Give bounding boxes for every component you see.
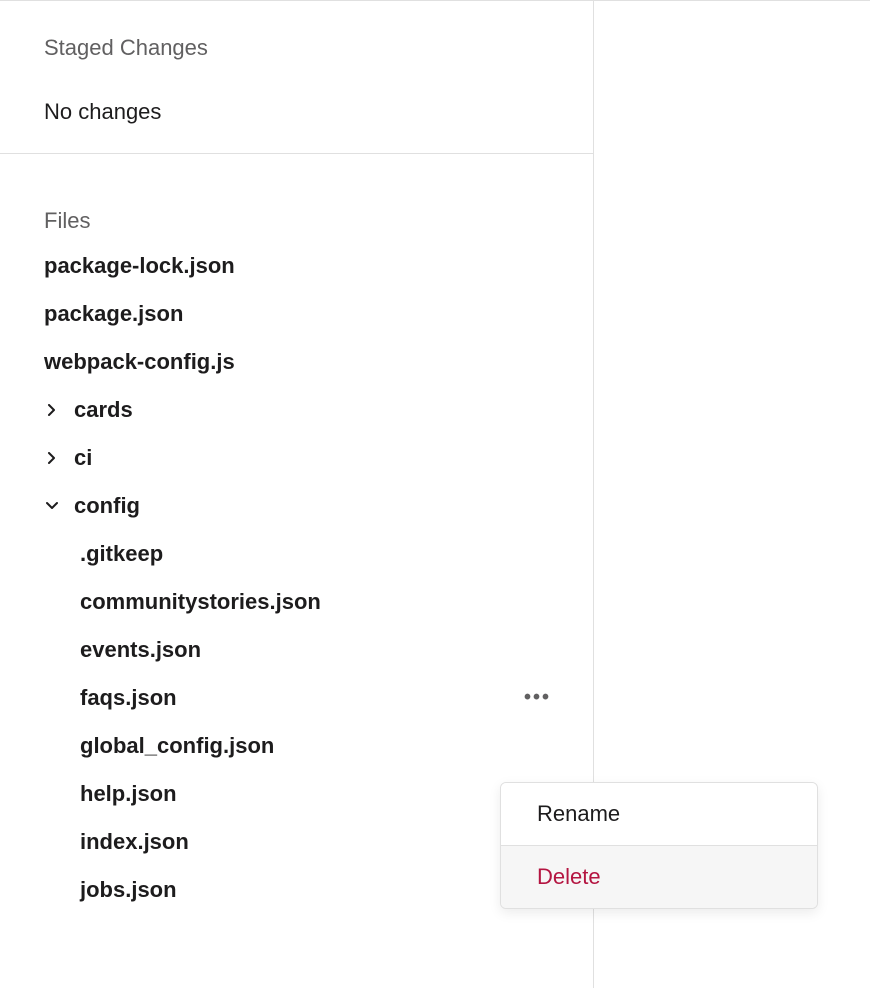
file-item-package-json[interactable]: package.json [44,290,549,338]
folder-label: ci [74,445,92,471]
file-item-gitkeep[interactable]: .gitkeep [44,530,549,578]
file-item-index[interactable]: index.json [44,818,549,866]
file-label: webpack-config.js [44,349,235,375]
folder-item-config[interactable]: config [44,482,549,530]
files-header: Files [0,154,593,242]
menu-item-delete[interactable]: Delete [501,846,817,908]
file-item-jobs[interactable]: jobs.json [44,866,549,914]
folder-item-ci[interactable]: ci [44,434,549,482]
staged-changes-header: Staged Changes [0,1,593,61]
file-item-events[interactable]: events.json [44,626,549,674]
file-label: index.json [80,829,189,855]
chevron-down-icon [44,498,60,514]
more-options-icon[interactable]: ••• [520,683,555,714]
file-item-faqs[interactable]: faqs.json ••• [44,674,549,722]
staged-changes-empty: No changes [0,61,593,153]
file-label: events.json [80,637,201,663]
file-item-help[interactable]: help.json [44,770,549,818]
folder-label: cards [74,397,133,423]
file-label: package.json [44,301,183,327]
file-label: .gitkeep [80,541,163,567]
file-item-communitystories[interactable]: communitystories.json [44,578,549,626]
file-item-global-config[interactable]: global_config.json [44,722,549,770]
file-label: faqs.json [80,685,177,711]
folder-item-cards[interactable]: cards [44,386,549,434]
chevron-right-icon [44,402,60,418]
file-label: communitystories.json [80,589,321,615]
context-menu: Rename Delete [500,782,818,909]
menu-item-rename[interactable]: Rename [501,783,817,845]
chevron-right-icon [44,450,60,466]
file-item-package-lock[interactable]: package-lock.json [44,242,549,290]
staged-changes-section: Staged Changes No changes [0,1,593,153]
file-item-webpack-config[interactable]: webpack-config.js [44,338,549,386]
file-label: global_config.json [80,733,274,759]
file-label: jobs.json [80,877,177,903]
file-label: help.json [80,781,177,807]
file-label: package-lock.json [44,253,235,279]
folder-label: config [74,493,140,519]
